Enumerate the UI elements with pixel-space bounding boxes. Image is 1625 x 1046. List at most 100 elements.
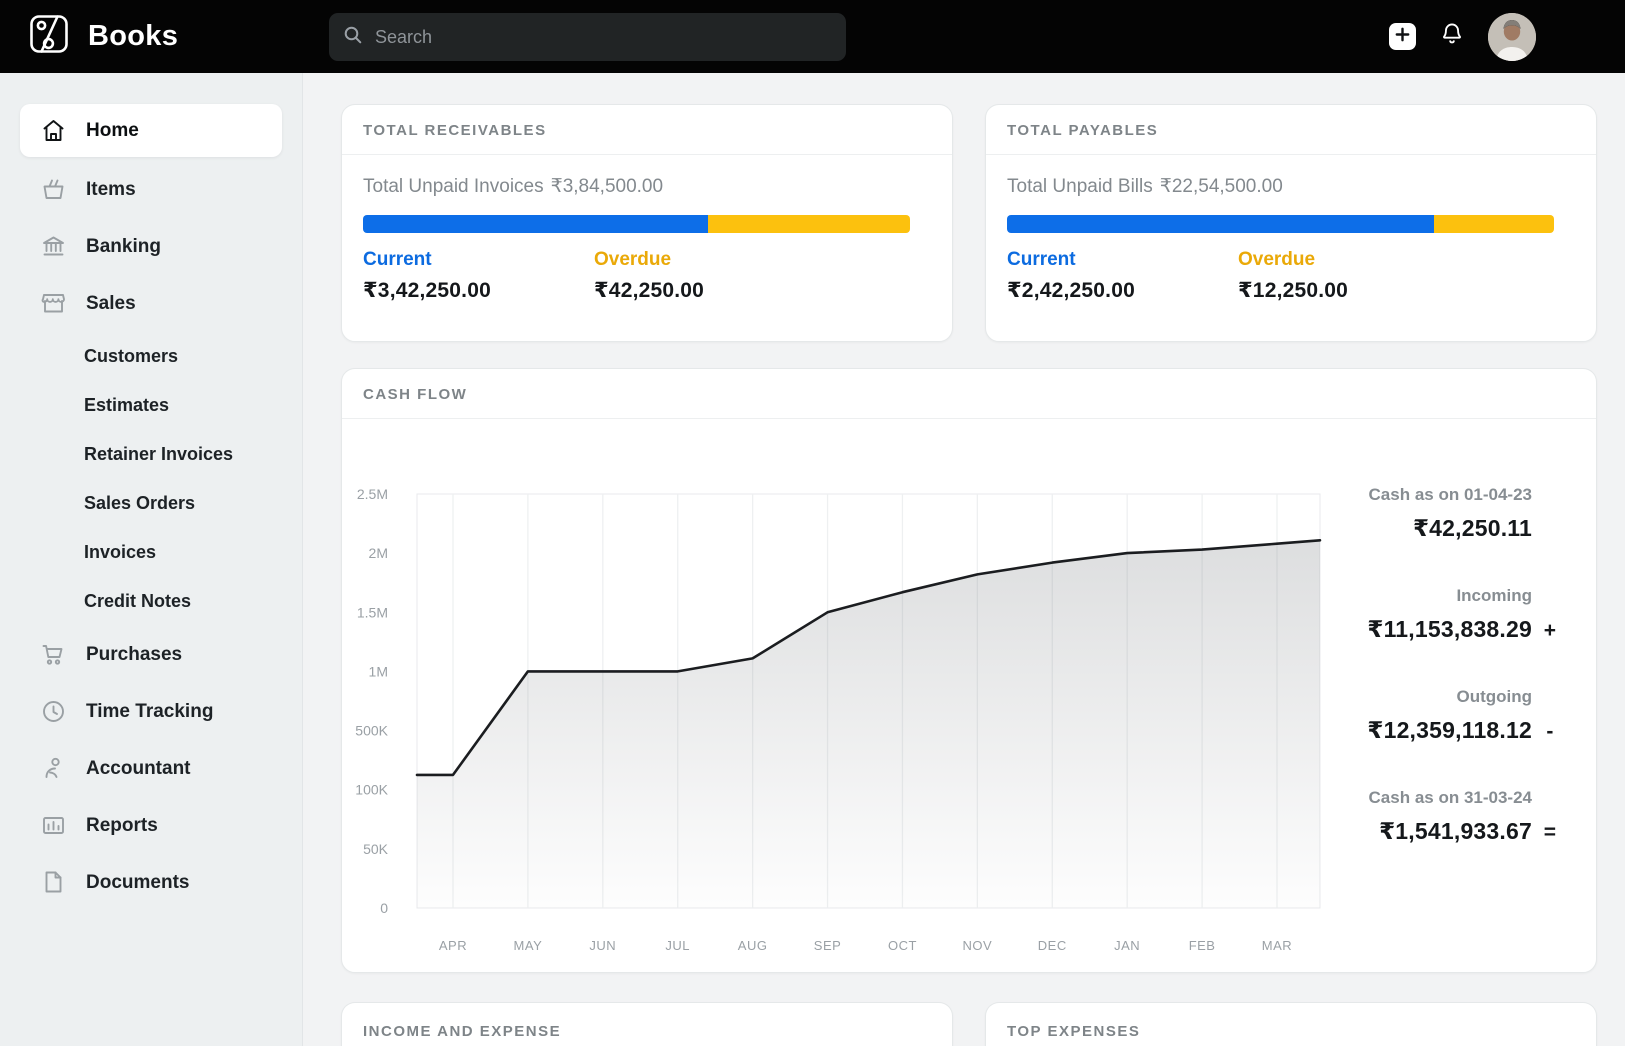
- search-icon: [343, 25, 363, 50]
- dashboard: TOTAL RECEIVABLES Total Unpaid Invoices …: [303, 73, 1625, 1046]
- cart-icon: [40, 641, 67, 668]
- x-axis-label: NOV: [963, 938, 993, 953]
- app-header: Books: [0, 0, 1625, 73]
- app-logo[interactable]: Books: [27, 12, 178, 61]
- payables-overdue-label[interactable]: Overdue: [1238, 249, 1469, 271]
- receivables-current-segment: [363, 215, 708, 233]
- payables-progress-bar: [1007, 215, 1554, 233]
- payables-current-value: ₹2,42,250.00: [1007, 278, 1238, 303]
- receivables-progress-bar: [363, 215, 910, 233]
- summary-value: ₹12,359,118.12-: [1355, 717, 1532, 744]
- receivables-summary-label: Total Unpaid Invoices: [363, 176, 544, 198]
- summary-operator: =: [1535, 819, 1565, 846]
- sidebar-item-invoices[interactable]: Invoices: [0, 528, 302, 577]
- search-input[interactable]: [373, 26, 832, 49]
- x-axis-label: OCT: [888, 938, 917, 953]
- summary-operator: +: [1535, 617, 1565, 644]
- cash-flow-title: CASH FLOW: [363, 386, 467, 403]
- summary-label: Cash as on 31-03-24: [1355, 788, 1532, 808]
- income-expense-title: INCOME AND EXPENSE: [363, 1023, 561, 1040]
- home-icon: [40, 117, 67, 144]
- top-expenses-title: TOP EXPENSES: [1007, 1023, 1140, 1040]
- sidebar-item-label: Sales: [86, 293, 136, 315]
- summary-label: Incoming: [1355, 586, 1532, 606]
- x-axis-label: JAN: [1114, 938, 1140, 953]
- bar-chart-icon: [40, 812, 67, 839]
- sidebar-item-label: Time Tracking: [86, 701, 213, 723]
- y-axis-label: 0: [380, 900, 388, 916]
- sidebar-item-label: Invoices: [84, 542, 156, 563]
- cash-flow-area: [417, 540, 1320, 908]
- cash-flow-summary-row: Outgoing₹12,359,118.12-: [1355, 687, 1532, 744]
- cash-flow-card: CASH FLOW 2.5M2M1.5M1M500K100K50K0APRMAY…: [341, 368, 1597, 973]
- cash-flow-summary-row: Cash as on 31-03-24₹1,541,933.67=: [1355, 788, 1532, 845]
- summary-operator: -: [1535, 718, 1565, 745]
- sidebar-item-label: Customers: [84, 346, 178, 367]
- sidebar-item-label: Banking: [86, 236, 161, 258]
- bell-icon: [1439, 21, 1465, 52]
- summary-value: ₹11,153,838.29+: [1355, 616, 1532, 643]
- sidebar-item-reports[interactable]: Reports: [20, 797, 282, 854]
- x-axis-label: AUG: [738, 938, 768, 953]
- sidebar-item-label: Items: [86, 179, 136, 201]
- payables-overdue-segment: [1434, 215, 1554, 233]
- sidebar-item-sales[interactable]: Sales: [20, 275, 282, 332]
- x-axis-label: MAY: [514, 938, 543, 953]
- sidebar-item-retainer-invoices[interactable]: Retainer Invoices: [0, 430, 302, 479]
- sidebar-item-label: Retainer Invoices: [84, 444, 233, 465]
- y-axis-label: 1M: [369, 663, 388, 679]
- receivables-overdue-value: ₹42,250.00: [594, 278, 825, 303]
- receivables-overdue-label[interactable]: Overdue: [594, 249, 825, 271]
- sidebar-item-accountant[interactable]: Accountant: [20, 740, 282, 797]
- sidebar-item-credit-notes[interactable]: Credit Notes: [0, 577, 302, 626]
- search-bar[interactable]: [329, 13, 846, 61]
- x-axis-label: MAR: [1262, 938, 1292, 953]
- sidebar-item-estimates[interactable]: Estimates: [0, 381, 302, 430]
- receivables-summary-value: ₹3,84,500.00: [551, 176, 663, 198]
- x-axis-label: JUN: [589, 938, 616, 953]
- y-axis-label: 1.5M: [357, 604, 388, 620]
- summary-value: ₹42,250.11: [1355, 515, 1532, 542]
- receivables-title: TOTAL RECEIVABLES: [363, 122, 547, 139]
- quick-create-button[interactable]: [1389, 23, 1416, 50]
- person-icon: [40, 755, 67, 782]
- payables-current-label[interactable]: Current: [1007, 249, 1238, 271]
- app-title: Books: [88, 20, 178, 53]
- top-expenses-card: TOP EXPENSES: [985, 1002, 1597, 1046]
- sidebar-item-purchases[interactable]: Purchases: [20, 626, 282, 683]
- x-axis-label: FEB: [1189, 938, 1216, 953]
- user-avatar[interactable]: [1488, 13, 1536, 61]
- bank-icon: [40, 233, 67, 260]
- payables-current-segment: [1007, 215, 1434, 233]
- y-axis-label: 100K: [355, 782, 388, 798]
- y-axis-label: 50K: [363, 841, 389, 857]
- sidebar-item-documents[interactable]: Documents: [20, 854, 282, 911]
- sidebar-item-banking[interactable]: Banking: [20, 218, 282, 275]
- sidebar-item-label: Credit Notes: [84, 591, 191, 612]
- sidebar-item-label: Estimates: [84, 395, 169, 416]
- cash-flow-summary-row: Incoming ₹11,153,838.29+: [1355, 586, 1532, 643]
- sidebar-item-home[interactable]: Home: [20, 104, 282, 157]
- cash-flow-chart: 2.5M2M1.5M1M500K100K50K0APRMAYJUNJULAUGS…: [342, 419, 1355, 969]
- sidebar-item-customers[interactable]: Customers: [0, 332, 302, 381]
- payables-title: TOTAL PAYABLES: [1007, 122, 1158, 139]
- y-axis-label: 2M: [369, 545, 388, 561]
- basket-icon: [40, 176, 67, 203]
- books-logo-icon: [27, 12, 71, 61]
- total-payables-card: TOTAL PAYABLES Total Unpaid Bills ₹22,54…: [985, 104, 1597, 342]
- sidebar-item-sales-orders[interactable]: Sales Orders: [0, 479, 302, 528]
- receivables-current-value: ₹3,42,250.00: [363, 278, 594, 303]
- x-axis-label: JUL: [665, 938, 690, 953]
- notifications-button[interactable]: [1439, 21, 1465, 52]
- total-receivables-card: TOTAL RECEIVABLES Total Unpaid Invoices …: [341, 104, 953, 342]
- payables-summary-label: Total Unpaid Bills: [1007, 176, 1153, 198]
- cash-flow-summary: Cash as on 01-04-23₹42,250.11Incoming₹11…: [1355, 419, 1596, 969]
- sidebar-item-time-tracking[interactable]: Time Tracking: [20, 683, 282, 740]
- sidebar-item-label: Purchases: [86, 644, 182, 666]
- sidebar-item-label: Documents: [86, 872, 189, 894]
- payables-summary-value: ₹22,54,500.00: [1160, 176, 1283, 198]
- sidebar-item-label: Home: [86, 120, 139, 142]
- sidebar-item-label: Accountant: [86, 758, 191, 780]
- receivables-current-label[interactable]: Current: [363, 249, 594, 271]
- sidebar-item-items[interactable]: Items: [20, 161, 282, 218]
